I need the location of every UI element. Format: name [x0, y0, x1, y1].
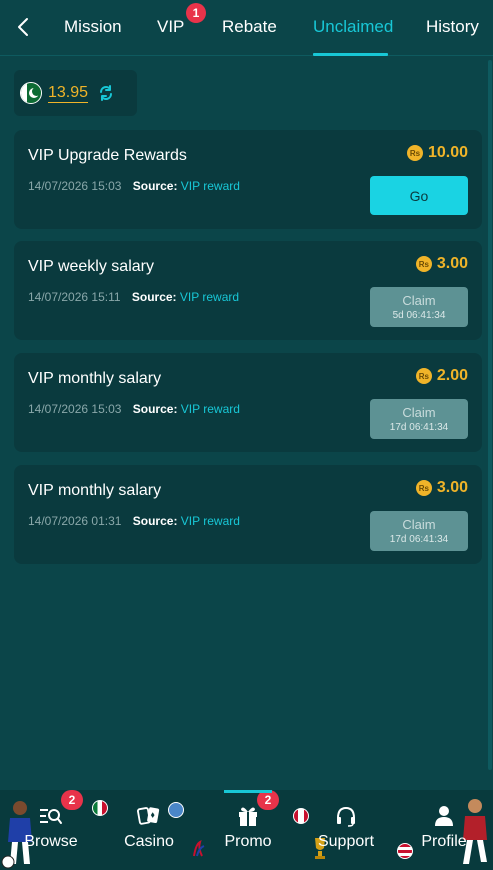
reward-date: 14/07/2026 01:31 [28, 514, 122, 528]
reward-amount: Rs 3.00 [415, 479, 468, 497]
headset-icon [334, 804, 358, 828]
tab-vip[interactable]: VIP [157, 17, 184, 37]
cards-icon [137, 804, 161, 828]
source-label: Source: [132, 514, 178, 528]
reward-amount-value: 10.00 [427, 144, 468, 161]
reward-meta: 14/07/2026 01:31 Source: VIP reward [28, 514, 240, 528]
browse-icon [39, 804, 63, 828]
reward-date: 14/07/2026 15:03 [28, 179, 122, 193]
reward-card: VIP weekly salary 14/07/2026 15:11 Sourc… [14, 241, 482, 340]
nav-casino[interactable]: Casino [100, 790, 198, 870]
reward-meta: 14/07/2026 15:03 Source: VIP reward [28, 179, 240, 193]
reward-title: VIP monthly salary [28, 370, 162, 387]
reward-amount-value: 3.00 [436, 255, 468, 272]
bottom-nav-bar: 2 Browse Casino 2 Promo Support Profile [0, 790, 493, 870]
nav-label: Support [317, 833, 375, 850]
refresh-icon[interactable] [97, 84, 115, 102]
claim-label: Claim [402, 404, 436, 420]
tab-history[interactable]: History [426, 17, 479, 37]
nav-label: Promo [224, 833, 272, 850]
source-value: VIP reward [180, 179, 240, 193]
claim-countdown: 17d 06:41:34 [389, 421, 449, 433]
vip-notification-badge: 1 [186, 3, 206, 23]
reward-title: VIP Upgrade Rewards [28, 147, 187, 164]
claim-label: Claim [402, 516, 436, 532]
claim-countdown: 5d 06:41:34 [392, 309, 446, 321]
scrollbar[interactable] [488, 60, 492, 770]
go-button[interactable]: Go [370, 176, 468, 215]
balance-widget: 13.95 [14, 70, 137, 116]
nav-label: Casino [124, 833, 174, 850]
source-label: Source: [131, 290, 177, 304]
reward-title: VIP monthly salary [28, 482, 162, 499]
source-label: Source: [132, 402, 178, 416]
back-chevron-icon[interactable] [12, 14, 34, 40]
source-value: VIP reward [180, 402, 240, 416]
reward-date: 14/07/2026 15:03 [28, 402, 122, 416]
rupee-coin-icon: Rs [415, 368, 432, 384]
promo-badge: 2 [257, 790, 279, 810]
pakistan-flag-icon [20, 82, 42, 104]
reward-card: VIP Upgrade Rewards 14/07/2026 15:03 Sou… [14, 130, 482, 229]
reward-date: 14/07/2026 15:11 [28, 290, 121, 304]
nav-label: Browse [24, 833, 78, 850]
nav-profile[interactable]: Profile [395, 790, 493, 870]
balance-amount[interactable]: 13.95 [48, 84, 89, 103]
reward-meta: 14/07/2026 15:11 Source: VIP reward [28, 290, 239, 304]
reward-title: VIP weekly salary [28, 258, 154, 275]
source-label: Source: [132, 179, 178, 193]
reward-amount-value: 3.00 [436, 479, 468, 496]
tab-rebate[interactable]: Rebate [222, 17, 277, 37]
user-icon [432, 804, 456, 828]
claim-button[interactable]: Claim 17d 06:41:34 [370, 511, 468, 551]
rupee-coin-icon: Rs [415, 480, 432, 496]
rupee-coin-icon: Rs [415, 256, 432, 272]
reward-meta: 14/07/2026 15:03 Source: VIP reward [28, 402, 240, 416]
nav-promo[interactable]: 2 Promo [199, 790, 297, 870]
nav-support[interactable]: Support [297, 790, 395, 870]
source-value: VIP reward [180, 514, 240, 528]
tab-unclaimed[interactable]: Unclaimed [313, 17, 393, 37]
source-value: VIP reward [179, 290, 240, 304]
active-nav-indicator [224, 790, 272, 793]
tab-mission[interactable]: Mission [64, 17, 122, 37]
reward-card: VIP monthly salary 14/07/2026 01:31 Sour… [14, 465, 482, 564]
active-tab-indicator [313, 53, 388, 56]
gift-icon [236, 804, 260, 828]
reward-amount: Rs 10.00 [406, 144, 468, 162]
browse-badge: 2 [61, 790, 83, 810]
top-tab-bar: Mission VIP 1 Rebate Unclaimed History [0, 0, 493, 56]
claim-countdown: 17d 06:41:34 [389, 533, 449, 545]
reward-amount: Rs 2.00 [415, 367, 468, 385]
reward-card: VIP monthly salary 14/07/2026 15:03 Sour… [14, 353, 482, 452]
rupee-coin-icon: Rs [406, 145, 423, 161]
claim-label: Claim [402, 292, 436, 308]
claim-button[interactable]: Claim 5d 06:41:34 [370, 287, 468, 327]
claim-button[interactable]: Claim 17d 06:41:34 [370, 399, 468, 439]
nav-browse[interactable]: 2 Browse [2, 790, 100, 870]
nav-label: Profile [421, 833, 467, 850]
reward-amount: Rs 3.00 [415, 255, 468, 273]
reward-amount-value: 2.00 [436, 367, 468, 384]
